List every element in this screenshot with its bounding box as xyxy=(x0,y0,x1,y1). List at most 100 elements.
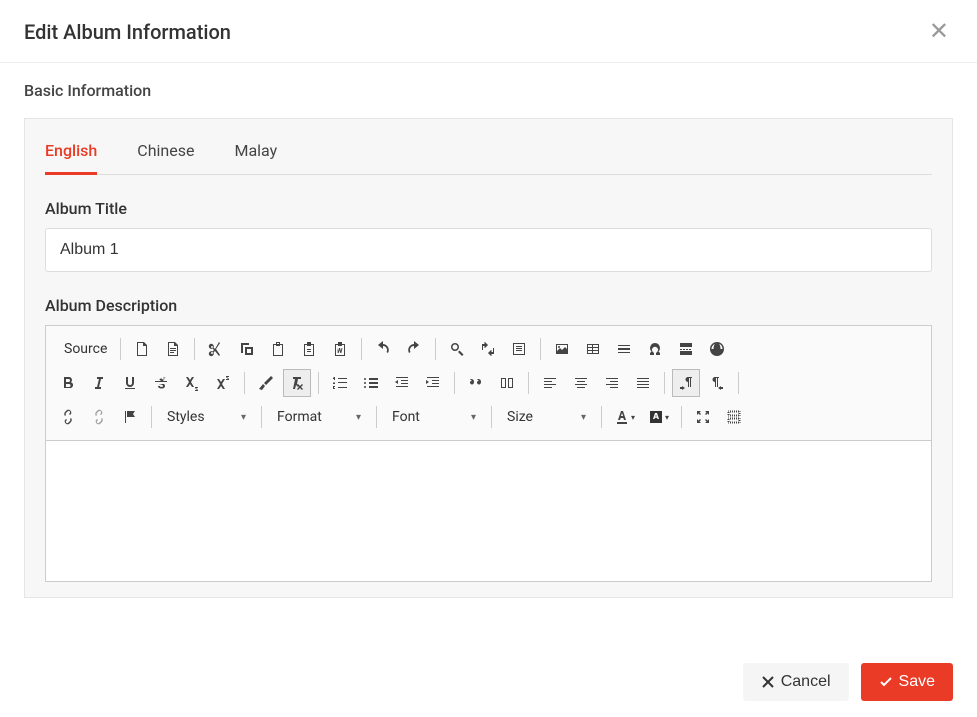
modal-body: Basic Information English Chinese Malay … xyxy=(0,63,977,618)
album-title-input[interactable] xyxy=(45,228,932,272)
save-button[interactable]: Save xyxy=(861,663,953,701)
bold-button[interactable] xyxy=(54,369,82,397)
blockquote-button[interactable] xyxy=(462,369,490,397)
page-break-button[interactable] xyxy=(672,335,700,363)
iframe-button[interactable] xyxy=(703,335,731,363)
close-icon: ✕ xyxy=(929,18,949,45)
indent-button[interactable] xyxy=(419,369,447,397)
remove-format-icon xyxy=(289,375,305,391)
align-right-button[interactable] xyxy=(598,369,626,397)
show-blocks-button[interactable] xyxy=(720,403,748,431)
cancel-button[interactable]: Cancel xyxy=(743,663,849,701)
select-all-icon xyxy=(511,341,527,357)
cut-icon xyxy=(208,341,224,357)
align-left-button[interactable] xyxy=(536,369,564,397)
rtl-icon xyxy=(709,375,725,391)
format-dropdown[interactable]: Format▾ xyxy=(269,403,369,431)
rtl-button[interactable] xyxy=(703,369,731,397)
replace-button[interactable] xyxy=(474,335,502,363)
numbered-list-button[interactable] xyxy=(326,369,354,397)
select-all-button[interactable] xyxy=(505,335,533,363)
redo-button[interactable] xyxy=(400,335,428,363)
ltr-button[interactable] xyxy=(672,369,700,397)
div-icon xyxy=(499,375,515,391)
new-page-button[interactable] xyxy=(128,335,156,363)
superscript-button[interactable] xyxy=(209,369,237,397)
numbered-list-icon xyxy=(332,375,348,391)
copy-button[interactable] xyxy=(233,335,261,363)
strike-button[interactable] xyxy=(147,369,175,397)
image-icon xyxy=(554,341,570,357)
new-page-icon xyxy=(134,341,150,357)
text-color-button[interactable]: ▾ xyxy=(609,403,640,431)
language-tabs: English Chinese Malay xyxy=(45,141,932,175)
div-button[interactable] xyxy=(493,369,521,397)
link-button[interactable] xyxy=(54,403,82,431)
album-description-label: Album Description xyxy=(45,296,932,315)
outdent-icon xyxy=(394,375,410,391)
styles-dropdown[interactable]: Styles▾ xyxy=(159,403,254,431)
undo-icon xyxy=(375,341,391,357)
rich-text-editor: Source xyxy=(45,325,932,582)
maximize-button[interactable] xyxy=(689,403,717,431)
tab-malay[interactable]: Malay xyxy=(234,141,277,175)
align-center-icon xyxy=(573,375,589,391)
paste-text-button[interactable] xyxy=(295,335,323,363)
special-char-button[interactable] xyxy=(641,335,669,363)
align-right-icon xyxy=(604,375,620,391)
anchor-button[interactable] xyxy=(116,403,144,431)
remove-format-button[interactable] xyxy=(283,369,311,397)
subscript-button[interactable] xyxy=(178,369,206,397)
editor-toolbar: Source xyxy=(46,326,931,441)
editor-content-area[interactable] xyxy=(46,441,931,581)
align-center-button[interactable] xyxy=(567,369,595,397)
bg-color-button[interactable]: ▾ xyxy=(643,403,674,431)
horizontal-rule-button[interactable] xyxy=(610,335,638,363)
paste-icon xyxy=(270,341,286,357)
underline-button[interactable] xyxy=(116,369,144,397)
form-scroll-area[interactable]: English Chinese Malay Album Title Album … xyxy=(24,118,953,598)
align-left-icon xyxy=(542,375,558,391)
table-button[interactable] xyxy=(579,335,607,363)
source-button[interactable]: Source xyxy=(54,335,113,363)
redo-icon xyxy=(406,341,422,357)
justify-button[interactable] xyxy=(629,369,657,397)
preview-icon xyxy=(165,341,181,357)
preview-button[interactable] xyxy=(159,335,187,363)
italic-icon xyxy=(91,375,107,391)
outdent-button[interactable] xyxy=(388,369,416,397)
bg-color-icon xyxy=(648,409,664,425)
brush-icon xyxy=(258,375,274,391)
close-button[interactable]: ✕ xyxy=(925,20,953,44)
paste-word-button[interactable] xyxy=(326,335,354,363)
unlink-button[interactable] xyxy=(85,403,113,431)
replace-icon xyxy=(480,341,496,357)
italic-button[interactable] xyxy=(85,369,113,397)
image-button[interactable] xyxy=(548,335,576,363)
justify-icon xyxy=(635,375,651,391)
section-title: Basic Information xyxy=(24,81,953,100)
copy-icon xyxy=(239,341,255,357)
font-dropdown[interactable]: Font▾ xyxy=(384,403,484,431)
paste-text-icon xyxy=(301,341,317,357)
superscript-icon xyxy=(215,375,231,391)
find-button[interactable] xyxy=(443,335,471,363)
copy-formatting-button[interactable] xyxy=(252,369,280,397)
unlink-icon xyxy=(91,409,107,425)
size-dropdown[interactable]: Size▾ xyxy=(499,403,594,431)
bulleted-list-icon xyxy=(363,375,379,391)
tab-chinese[interactable]: Chinese xyxy=(137,141,194,175)
indent-icon xyxy=(425,375,441,391)
cut-button[interactable] xyxy=(202,335,230,363)
cancel-icon xyxy=(761,675,775,689)
undo-button[interactable] xyxy=(369,335,397,363)
quote-icon xyxy=(468,375,484,391)
paste-word-icon xyxy=(332,341,348,357)
tab-english[interactable]: English xyxy=(45,141,97,175)
show-blocks-icon xyxy=(726,409,742,425)
ltr-icon xyxy=(678,375,694,391)
link-icon xyxy=(60,409,76,425)
paste-button[interactable] xyxy=(264,335,292,363)
bulleted-list-button[interactable] xyxy=(357,369,385,397)
text-color-icon xyxy=(614,409,630,425)
